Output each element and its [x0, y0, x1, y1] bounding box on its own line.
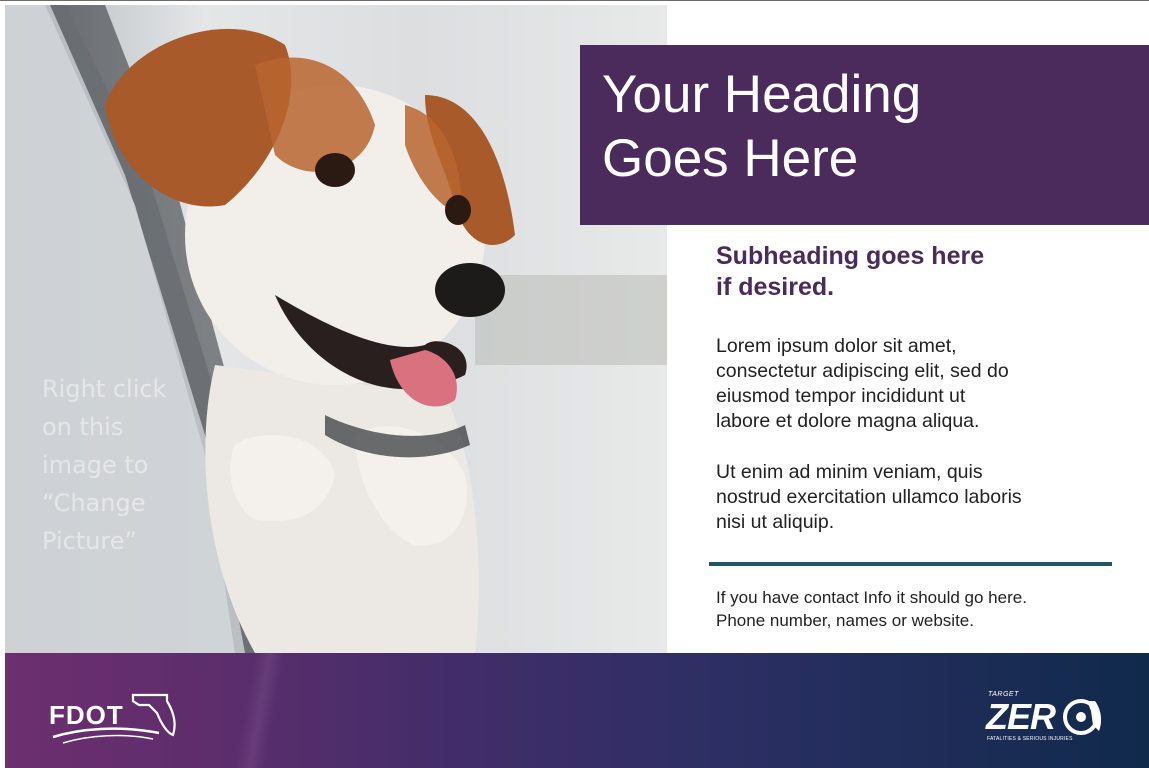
subheading[interactable]: Subheading goes here if desired.	[716, 241, 984, 303]
target-zero-logo: TARGET ZER FATALITIES & SERIOUS INJURIES	[983, 691, 1113, 751]
hint-line: “Change	[42, 489, 146, 517]
paragraph-line: Ut enim ad minim veniam, quis	[716, 461, 983, 483]
steering-wheel-icon	[1063, 699, 1102, 735]
divider-rule	[709, 562, 1112, 566]
top-border	[0, 0, 1149, 1]
subheading-line-2: if desired.	[716, 273, 835, 301]
hint-line: Right click	[42, 375, 167, 403]
heading-line-2: Goes Here	[602, 129, 859, 188]
heading-banner: Your Heading Goes Here	[580, 45, 1149, 225]
zero-label: ZER	[986, 696, 1056, 737]
paragraph-line: Lorem ipsum dolor sit amet,	[716, 335, 957, 357]
flyer-page: Right click on this image to “Change Pic…	[0, 0, 1149, 768]
fdot-logo: FDOT	[49, 689, 179, 745]
subheading-line-1: Subheading goes here	[716, 242, 985, 270]
change-picture-hint: Right click on this image to “Change Pic…	[42, 370, 192, 560]
hint-line: on this	[42, 413, 124, 441]
paragraph-line: eiusmod tempor incididunt ut	[716, 385, 966, 407]
contact-line: Phone number, names or website.	[716, 611, 974, 630]
paragraph-line: nisi ut aliquip.	[716, 511, 835, 533]
main-heading[interactable]: Your Heading Goes Here	[602, 63, 921, 191]
body-paragraph-2[interactable]: Ut enim ad minim veniam, quis nostrud ex…	[716, 460, 1022, 535]
paragraph-line: nostrud exercitation ullamco laboris	[716, 486, 1022, 508]
target-zero-tagline: FATALITIES & SERIOUS INJURIES	[987, 736, 1073, 742]
dog-photo[interactable]: Right click on this image to “Change Pic…	[5, 5, 667, 653]
hint-line: Picture”	[42, 527, 137, 555]
body-paragraph-1[interactable]: Lorem ipsum dolor sit amet, consectetur …	[716, 334, 1009, 434]
footer-highlight	[234, 653, 286, 768]
contact-line: If you have contact Info it should go he…	[716, 588, 1027, 607]
footer-band: FDOT TARGET ZER FATALITIES & SERIOUS INJ…	[5, 653, 1149, 768]
contact-info[interactable]: If you have contact Info it should go he…	[716, 586, 1027, 632]
hint-line: image to	[42, 451, 149, 479]
florida-state-icon	[52, 693, 176, 744]
paragraph-line: labore et dolore magna aliqua.	[716, 410, 980, 432]
paragraph-line: consectetur adipiscing elit, sed do	[716, 360, 1009, 382]
heading-line-1: Your Heading	[602, 65, 922, 124]
